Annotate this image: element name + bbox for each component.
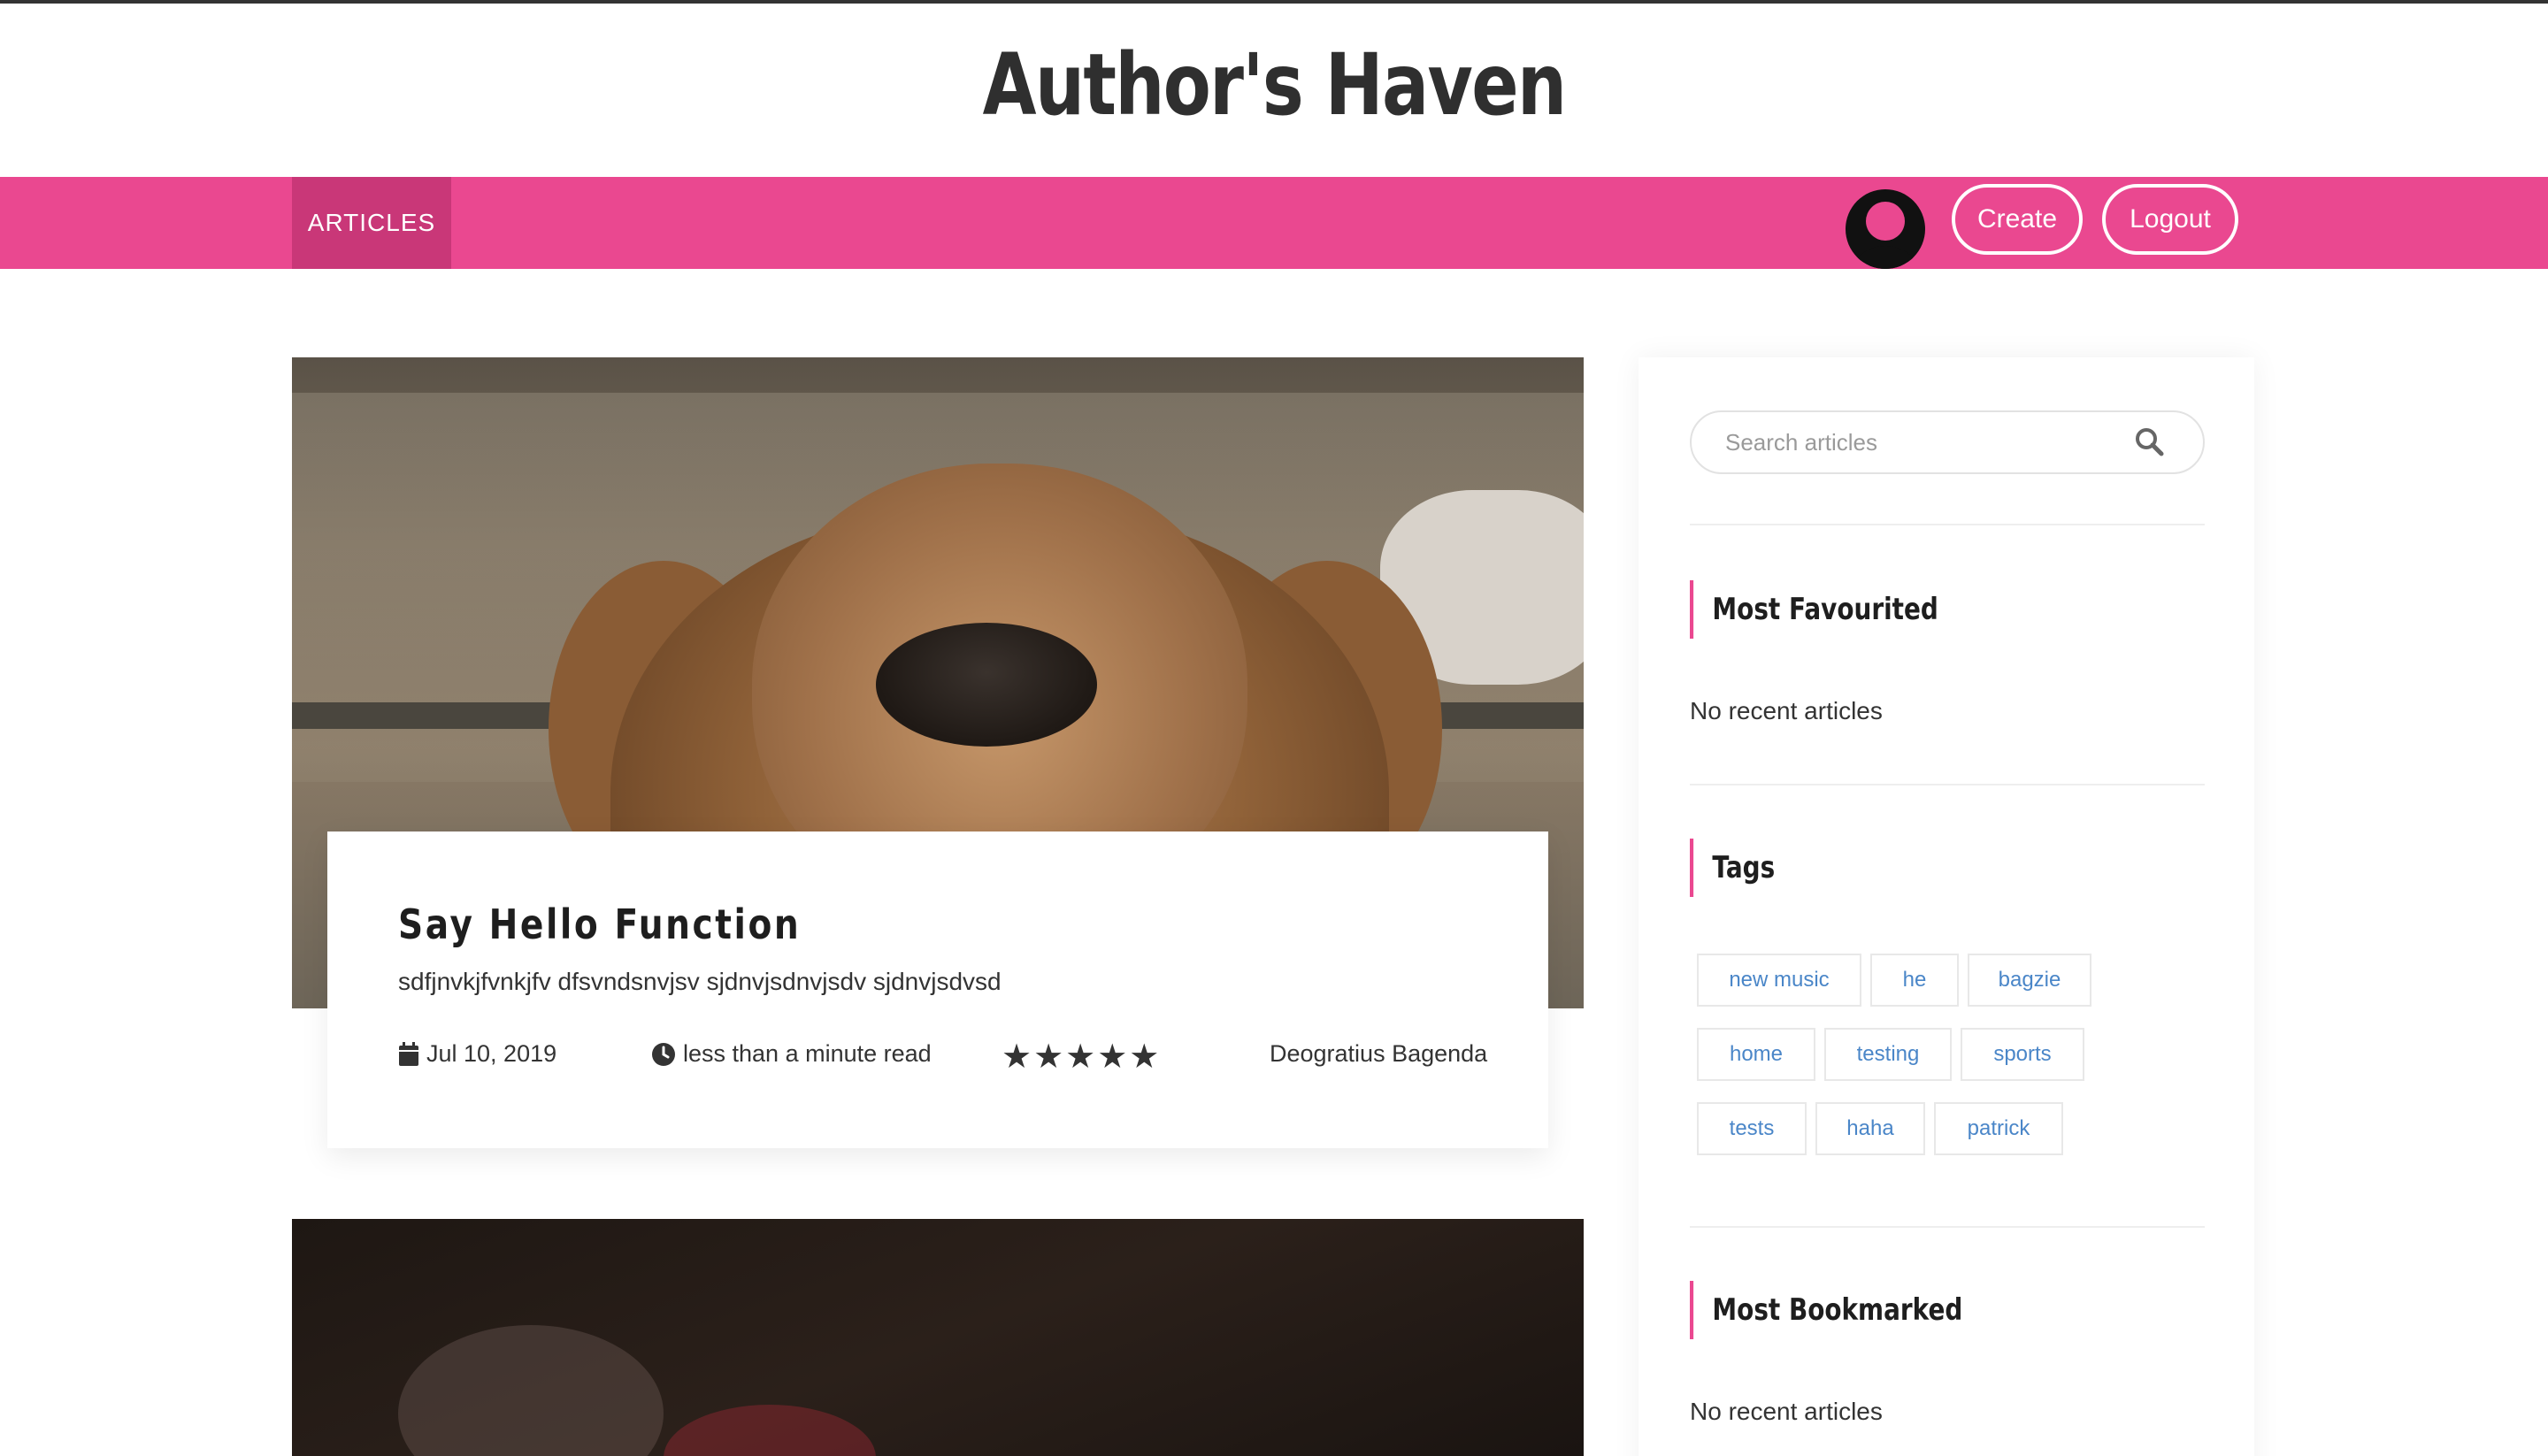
sidebar-divider xyxy=(1690,784,2205,785)
site-title[interactable]: Author's Haven xyxy=(229,35,2319,134)
most-favourited-empty: No recent articles xyxy=(1690,697,1883,724)
most-favourited-heading: Most Favourited xyxy=(1690,580,1938,639)
article-read-time-text: less than a minute read xyxy=(683,1040,932,1067)
most-bookmarked-empty: No recent articles xyxy=(1690,1398,1883,1425)
search-input[interactable] xyxy=(1725,412,2132,472)
article-description: sdfjnvkjfvnkjfv dfsvndsnvjsv sjdnvjsdnvj… xyxy=(398,968,1002,995)
article-card[interactable]: Say Hello Function sdfjnvkjfvnkjfv dfsvn… xyxy=(327,831,1548,1148)
calendar-icon xyxy=(399,1041,418,1066)
tag-item[interactable]: new music xyxy=(1697,954,1861,1007)
star-rating[interactable]: ★★★★★ xyxy=(1002,1037,1161,1077)
logout-button[interactable]: Logout xyxy=(2102,184,2238,255)
sidebar-divider xyxy=(1690,524,2205,525)
create-button[interactable]: Create xyxy=(1952,184,2083,255)
sidebar: Most Favourited No recent articles Tags … xyxy=(1639,357,2254,1456)
article-title[interactable]: Say Hello Function xyxy=(398,900,801,948)
nav-articles-link[interactable]: ARTICLES xyxy=(292,177,451,269)
top-rule xyxy=(0,0,2548,4)
tag-item[interactable]: home xyxy=(1697,1028,1815,1081)
search-icon[interactable] xyxy=(2134,426,2166,458)
image-blur-shape xyxy=(664,1405,876,1456)
main-navbar: ARTICLES Create Logout xyxy=(0,177,2548,269)
sidebar-divider xyxy=(1690,1226,2205,1228)
search-box xyxy=(1690,410,2205,474)
avatar-head xyxy=(1866,202,1905,241)
article-read-time: less than a minute read xyxy=(651,1040,932,1068)
dog-nose xyxy=(876,623,1097,747)
article-date-text: Jul 10, 2019 xyxy=(426,1040,557,1067)
tag-item[interactable]: tests xyxy=(1697,1102,1807,1155)
most-bookmarked-heading: Most Bookmarked xyxy=(1690,1281,1962,1339)
user-avatar-icon[interactable] xyxy=(1846,189,1925,269)
tag-item[interactable]: bagzie xyxy=(1968,954,2091,1007)
tag-item[interactable]: sports xyxy=(1961,1028,2084,1081)
tag-item[interactable]: patrick xyxy=(1934,1102,2063,1155)
tag-item[interactable]: testing xyxy=(1824,1028,1952,1081)
article-cover-image-2[interactable] xyxy=(292,1219,1584,1456)
image-blur-shape xyxy=(398,1325,664,1456)
tag-item[interactable]: haha xyxy=(1815,1102,1925,1155)
tags-heading: Tags xyxy=(1690,839,1775,897)
article-author[interactable]: Deogratius Bagenda xyxy=(1270,1040,1487,1068)
article-date: Jul 10, 2019 xyxy=(398,1040,556,1068)
avatar-shoulders xyxy=(1853,246,1918,269)
clock-icon xyxy=(652,1042,675,1066)
tag-item[interactable]: he xyxy=(1870,954,1959,1007)
